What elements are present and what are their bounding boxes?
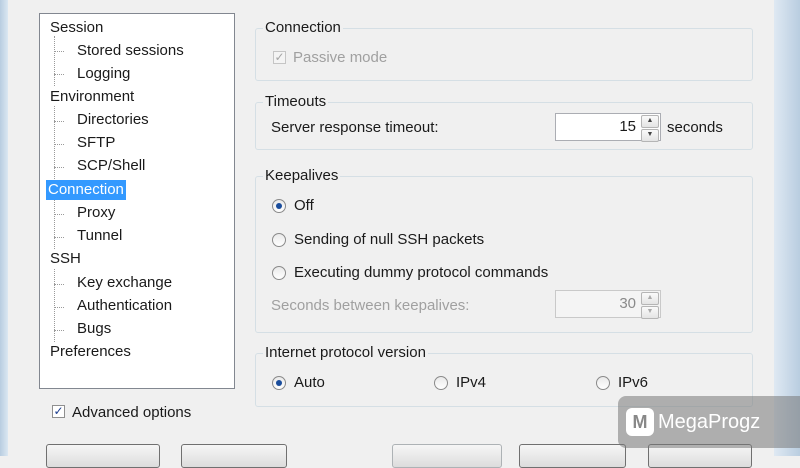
window-frame-right	[774, 0, 800, 456]
tree-item-bugs[interactable]: Bugs	[75, 319, 113, 339]
keepalive-dummy-commands-radio[interactable]	[272, 266, 286, 280]
tree-item-scp-shell[interactable]: SCP/Shell	[75, 156, 147, 176]
tree-connector	[54, 199, 55, 249]
ipv6-label[interactable]: IPv6	[618, 373, 648, 393]
watermark-logo-icon: M	[626, 408, 654, 436]
tree-connector	[54, 307, 64, 308]
server-response-timeout-value[interactable]: 15	[619, 114, 636, 140]
keepalives-group-title: Keepalives	[263, 167, 341, 185]
ipv6-radio[interactable]	[596, 376, 610, 390]
keepalive-seconds-value: 30	[619, 295, 636, 312]
tree-item-directories[interactable]: Directories	[75, 110, 151, 130]
seconds-unit-label: seconds	[667, 119, 723, 136]
tree-item-session[interactable]: Session	[48, 18, 105, 38]
tree-item-authentication[interactable]: Authentication	[75, 296, 174, 316]
tree-connector	[54, 106, 55, 179]
ip-version-group-title: Internet protocol version	[263, 344, 428, 362]
tree-connector	[54, 269, 55, 342]
tree-item-logging[interactable]: Logging	[75, 64, 132, 84]
spin-up-icon: ▲	[641, 292, 659, 305]
tree-connector	[54, 36, 55, 86]
tree-item-preferences[interactable]: Preferences	[48, 342, 133, 362]
tree-connector	[54, 74, 64, 75]
settings-tree[interactable]: Session Stored sessions Logging Environm…	[39, 13, 235, 389]
load-button[interactable]	[181, 444, 287, 468]
seconds-between-keepalives-label: Seconds between keepalives:	[271, 297, 470, 314]
tree-connector	[54, 144, 64, 145]
advanced-options-label[interactable]: Advanced options	[72, 403, 191, 423]
tree-item-stored-sessions[interactable]: Stored sessions	[75, 41, 186, 61]
tree-connector	[54, 214, 64, 215]
keepalive-dummy-commands-label[interactable]: Executing dummy protocol commands	[294, 263, 548, 283]
ipv4-radio[interactable]	[434, 376, 448, 390]
timeouts-group-title: Timeouts	[263, 93, 329, 111]
spin-up-icon[interactable]: ▲	[641, 115, 659, 128]
tree-item-ssh[interactable]: SSH	[48, 249, 83, 269]
ipv4-label[interactable]: IPv4	[456, 373, 486, 393]
tree-connector	[54, 51, 64, 52]
tree-connector	[54, 121, 64, 122]
connection-group-title: Connection	[263, 19, 343, 37]
tree-item-tunnel[interactable]: Tunnel	[75, 226, 124, 246]
tree-item-proxy[interactable]: Proxy	[75, 203, 117, 223]
tree-item-sftp[interactable]: SFTP	[75, 133, 117, 153]
keepalive-off-radio[interactable]	[272, 199, 286, 213]
keepalive-off-label[interactable]: Off	[294, 196, 314, 216]
advanced-options-checkbox[interactable]: ✓	[52, 405, 65, 418]
tree-connector	[54, 284, 64, 285]
tree-item-environment[interactable]: Environment	[48, 87, 136, 107]
spin-down-icon: ▼	[641, 306, 659, 319]
login-button	[392, 444, 502, 468]
ip-auto-label[interactable]: Auto	[294, 373, 325, 393]
passive-mode-label: Passive mode	[293, 49, 388, 66]
tree-connector	[54, 237, 64, 238]
passive-mode-checkbox[interactable]: ✓	[273, 51, 286, 64]
server-response-timeout-spinner[interactable]: 15 ▲ ▼	[555, 113, 661, 142]
keepalive-null-packets-label[interactable]: Sending of null SSH packets	[294, 230, 484, 250]
spin-down-icon[interactable]: ▼	[641, 129, 659, 142]
tree-item-connection[interactable]: Connection	[46, 180, 126, 200]
watermark: M MegaProgz	[618, 396, 800, 448]
ip-auto-radio[interactable]	[272, 376, 286, 390]
save-button[interactable]	[519, 444, 626, 468]
window-frame-left	[0, 0, 8, 456]
watermark-text: MegaProgz	[658, 411, 761, 433]
tree-connector	[54, 167, 64, 168]
tree-connector	[54, 330, 64, 331]
keepalive-null-packets-radio[interactable]	[272, 233, 286, 247]
new-button[interactable]	[46, 444, 160, 468]
tree-item-key-exchange[interactable]: Key exchange	[75, 273, 174, 293]
server-response-timeout-label: Server response timeout:	[271, 119, 439, 136]
keepalive-seconds-spinner: 30 ▲ ▼	[555, 290, 661, 319]
